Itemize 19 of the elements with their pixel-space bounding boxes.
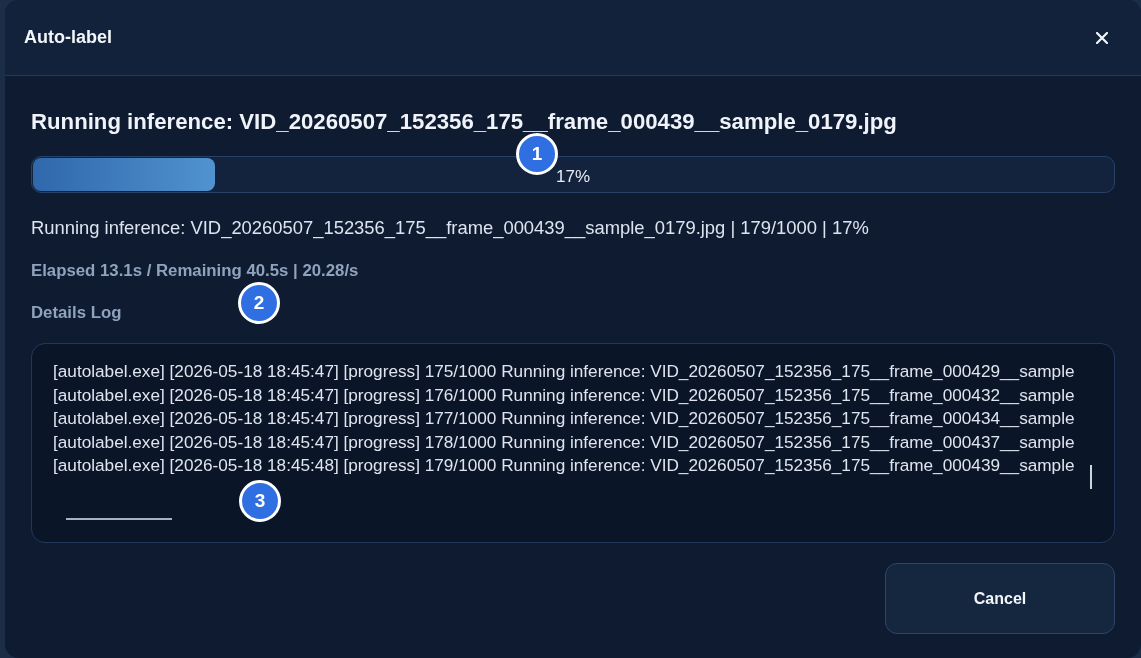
progress-heading: Running inference: VID_20260507_152356_175__frame_000439__sample_0179.jpg	[31, 109, 897, 135]
cancel-button[interactable]: Cancel	[885, 563, 1115, 634]
progress-percent: 17%	[556, 166, 590, 187]
status-text: Running inference: VID_20260507_152356_175__frame_000439__sample_0179.jpg | 179/1000 | 17%	[31, 217, 869, 239]
close-button[interactable]	[1094, 29, 1110, 46]
log-title: Details Log	[31, 303, 122, 323]
log-line: [autolabel.exe] [2026-05-18 18:45:47] [progress] 175/1000 Running inference: VID_20260507_152356_175__frame_000429__sample	[53, 360, 1075, 383]
step-marker: 3	[239, 480, 281, 522]
timing-text: Elapsed 13.1s / Remaining 40.5s | 20.28/s	[31, 261, 359, 281]
step-marker: 2	[238, 282, 280, 324]
close-icon	[1096, 31, 1108, 44]
log-line: [autolabel.exe] [2026-05-18 18:45:47] [progress] 177/1000 Running inference: VID_20260507_152356_175__frame_000434__sample	[53, 407, 1075, 430]
log-line: [autolabel.exe] [2026-05-18 18:45:47] [progress] 176/1000 Running inference: VID_20260507_152356_175__frame_000432__sample	[53, 383, 1075, 407]
scrollbar-thumb[interactable]	[1090, 465, 1092, 489]
log-line: [autolabel.exe] [2026-05-18 18:45:48] [progress] 179/1000 Running inference: VID_20260507_152356_175__frame_000439__sample	[53, 454, 1075, 477]
scrollbar-thumb[interactable]	[66, 518, 172, 520]
dialog-title: Auto-label	[24, 27, 112, 48]
log-line: [autolabel.exe] [2026-05-18 18:45:47] [progress] 178/1000 Running inference: VID_20260507_152356_175__frame_000437__sample	[53, 430, 1075, 454]
step-marker: 1	[516, 133, 558, 175]
